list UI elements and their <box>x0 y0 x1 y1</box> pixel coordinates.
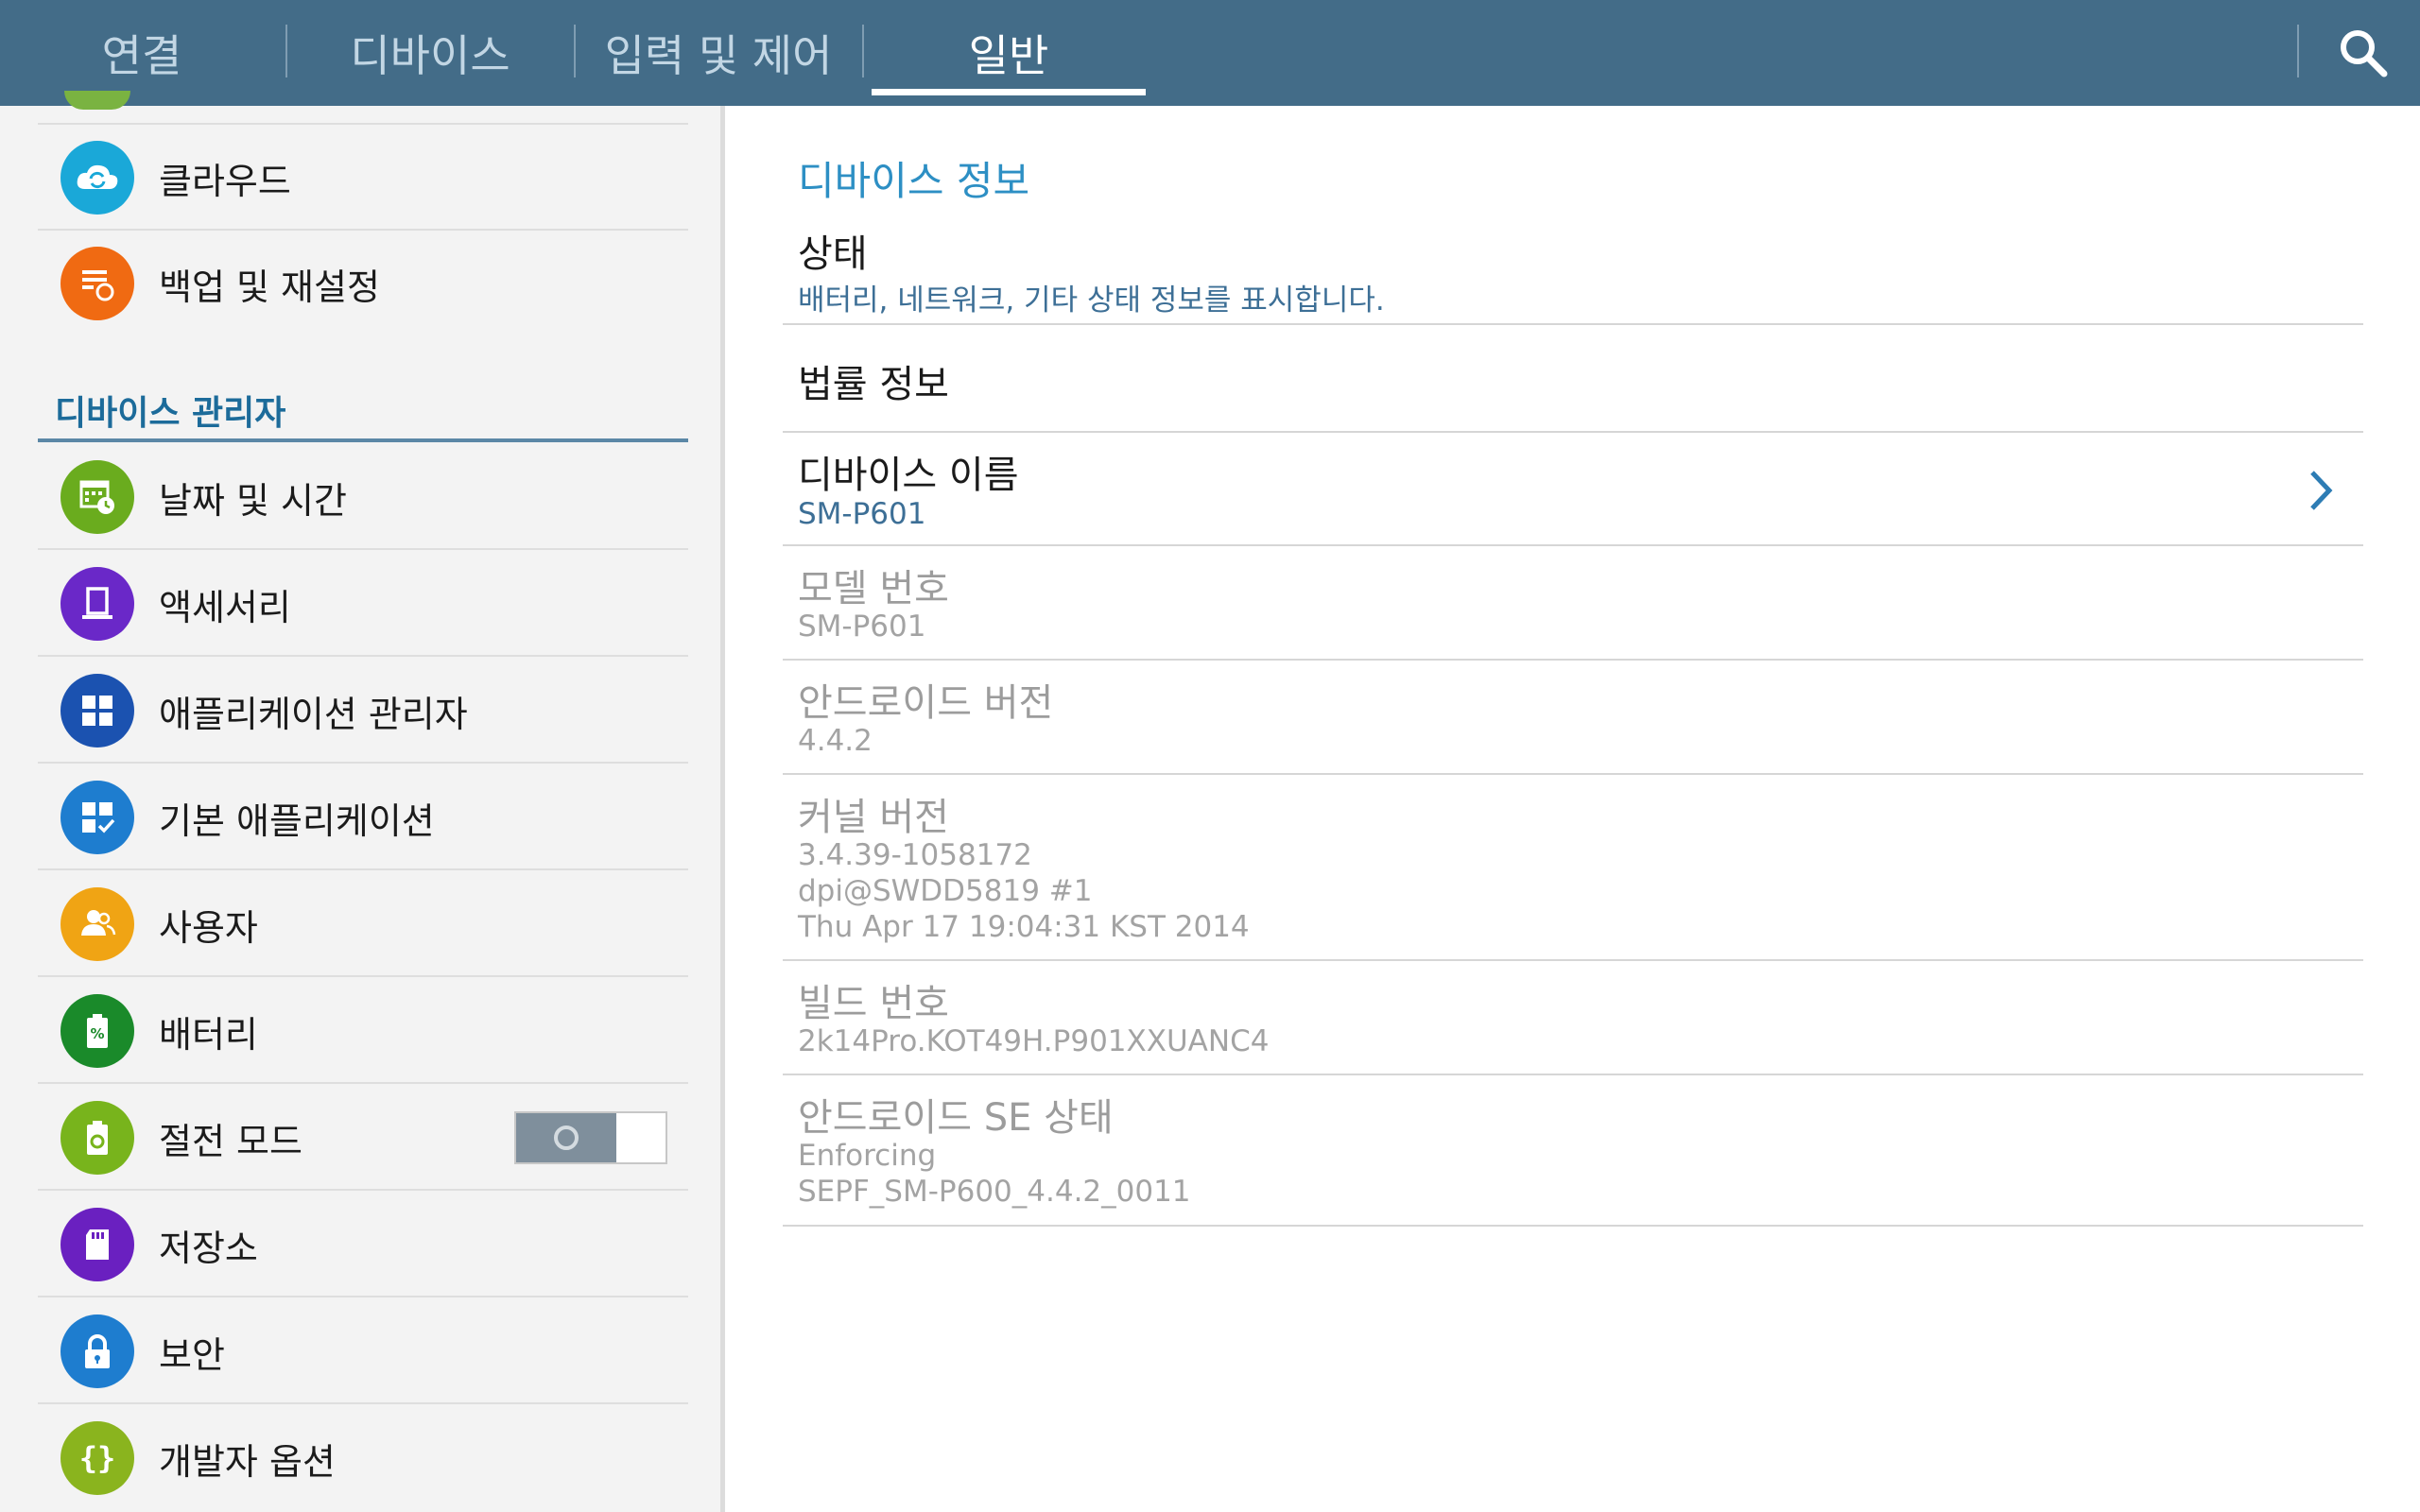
list-divider <box>38 762 688 764</box>
list-item-label: 사용자 <box>159 906 258 949</box>
tab-input-control[interactable]: 입력 및 제어 <box>596 0 841 106</box>
list-item-cloud[interactable]: 클라우드 <box>38 125 688 231</box>
info-row-value: SM-P601 <box>798 497 926 531</box>
lock-icon <box>60 1314 134 1388</box>
info-row-value: 3.4.39-1058172 <box>798 838 1032 872</box>
info-row-android-version: 안드로이드 버전 4.4.2 <box>783 661 2363 775</box>
info-row-kernel-version: 커널 버전 3.4.39-1058172 dpi@SWDD5819 #1 Thu… <box>783 775 2363 961</box>
tab-separator <box>862 25 864 77</box>
info-row-status[interactable]: 상태 배터리, 네트워크, 기타 상태 정보를 표시합니다. <box>783 215 2363 325</box>
accessory-icon <box>60 567 134 641</box>
info-row-legal[interactable]: 법률 정보 <box>783 325 2363 433</box>
list-item-security[interactable]: 보안 <box>38 1298 688 1404</box>
list-divider <box>38 975 688 977</box>
info-row-label: 빌드 번호 <box>798 982 949 1025</box>
backup-reset-icon <box>60 247 134 320</box>
active-tab-indicator <box>872 89 1146 95</box>
list-item-date-time[interactable]: 날짜 및 시간 <box>38 444 688 550</box>
info-row-build-number: 빌드 번호 2k14Pro.KOT49H.P901XXUANC4 <box>783 961 2363 1075</box>
toggle-knob <box>516 1113 616 1162</box>
default-apps-icon <box>60 781 134 854</box>
tab-separator <box>2297 25 2299 77</box>
users-icon <box>60 887 134 961</box>
info-row-device-name[interactable]: 디바이스 이름 SM-P601 <box>783 433 2363 546</box>
calendar-clock-icon <box>60 460 134 534</box>
braces-icon: {} <box>60 1421 134 1495</box>
info-row-value: dpi@SWDD5819 #1 <box>798 874 1093 908</box>
info-row-se-status: 안드로이드 SE 상태 Enforcing SEPF_SM-P600_4.4.2… <box>783 1075 2363 1227</box>
info-row-label: 법률 정보 <box>798 363 949 406</box>
power-saving-toggle[interactable] <box>514 1111 667 1164</box>
list-item-power-saving[interactable]: 절전 모드 <box>38 1085 688 1191</box>
list-item-app-manager[interactable]: 애플리케이션 관리자 <box>38 658 688 764</box>
page-title: 디바이스 정보 <box>798 158 1030 204</box>
list-item-label: 클라우드 <box>159 160 291 202</box>
list-item-backup-reset[interactable]: 백업 및 재설정 <box>38 231 688 336</box>
tab-separator <box>285 25 287 77</box>
partial-item-icon <box>64 91 130 110</box>
svg-text:{}: {} <box>79 1440 116 1476</box>
list-item-label: 절전 모드 <box>159 1120 302 1162</box>
list-item-label: 기본 애플리케이션 <box>159 799 435 842</box>
list-item-label: 개발자 옵션 <box>159 1440 336 1483</box>
sd-card-icon <box>60 1208 134 1281</box>
info-row-label: 커널 버전 <box>798 796 949 839</box>
info-row-value: Enforcing <box>798 1139 937 1173</box>
list-divider <box>38 1082 688 1084</box>
info-row-label: 디바이스 이름 <box>798 454 1019 497</box>
list-item-label: 보안 <box>159 1333 225 1376</box>
power-saving-icon <box>60 1101 134 1175</box>
svg-text:%: % <box>90 1025 104 1042</box>
battery-icon: % <box>60 994 134 1068</box>
info-row-model-number: 모델 번호 SM-P601 <box>783 546 2363 661</box>
list-item-accessory[interactable]: 액세서리 <box>38 551 688 657</box>
list-item-label: 저장소 <box>159 1227 258 1269</box>
list-divider <box>38 655 688 657</box>
app-grid-icon <box>60 674 134 747</box>
tab-separator <box>574 25 576 77</box>
info-row-label: 모델 번호 <box>798 567 949 610</box>
list-item-label: 액세서리 <box>159 586 291 628</box>
list-divider <box>38 1402 688 1404</box>
info-row-value: 2k14Pro.KOT49H.P901XXUANC4 <box>798 1024 1270 1058</box>
info-row-subtitle: 배터리, 네트워크, 기타 상태 정보를 표시합니다. <box>798 284 1385 318</box>
info-row-label: 상태 <box>798 232 868 276</box>
info-row-value: SEPF_SM-P600_4.4.2_0011 <box>798 1175 1191 1209</box>
info-row-label: 안드로이드 버전 <box>798 681 1054 725</box>
list-item-label: 배터리 <box>159 1013 258 1056</box>
list-divider <box>783 1225 2363 1227</box>
section-title-device-manager: 디바이스 관리자 <box>55 394 286 433</box>
search-button[interactable] <box>2325 17 2401 89</box>
list-item-default-apps[interactable]: 기본 애플리케이션 <box>38 765 688 870</box>
list-item-storage[interactable]: 저장소 <box>38 1192 688 1297</box>
list-divider <box>38 868 688 870</box>
top-tab-bar: 연결 디바이스 입력 및 제어 일반 <box>0 0 2420 106</box>
list-divider <box>38 1296 688 1297</box>
info-row-label: 안드로이드 SE 상태 <box>798 1096 1114 1140</box>
info-row-value: SM-P601 <box>798 610 926 644</box>
section-underline <box>38 438 688 442</box>
info-row-value: Thu Apr 17 19:04:31 KST 2014 <box>798 910 1250 944</box>
list-item-label: 날짜 및 시간 <box>159 479 347 522</box>
cloud-sync-icon <box>60 141 134 215</box>
chevron-right-icon <box>2310 471 2333 510</box>
toggle-off-icon <box>554 1125 579 1150</box>
info-row-value: 4.4.2 <box>798 724 873 758</box>
list-item-users[interactable]: 사용자 <box>38 871 688 977</box>
search-icon <box>2341 30 2388 77</box>
list-item-label: 애플리케이션 관리자 <box>159 693 468 735</box>
list-item-label: 백업 및 재설정 <box>159 266 380 308</box>
list-divider <box>38 1189 688 1191</box>
list-item-battery[interactable]: % 배터리 <box>38 978 688 1084</box>
list-divider <box>38 548 688 550</box>
tab-device[interactable]: 디바이스 <box>321 0 539 106</box>
list-item-developer-options[interactable]: {} 개발자 옵션 <box>38 1405 688 1511</box>
